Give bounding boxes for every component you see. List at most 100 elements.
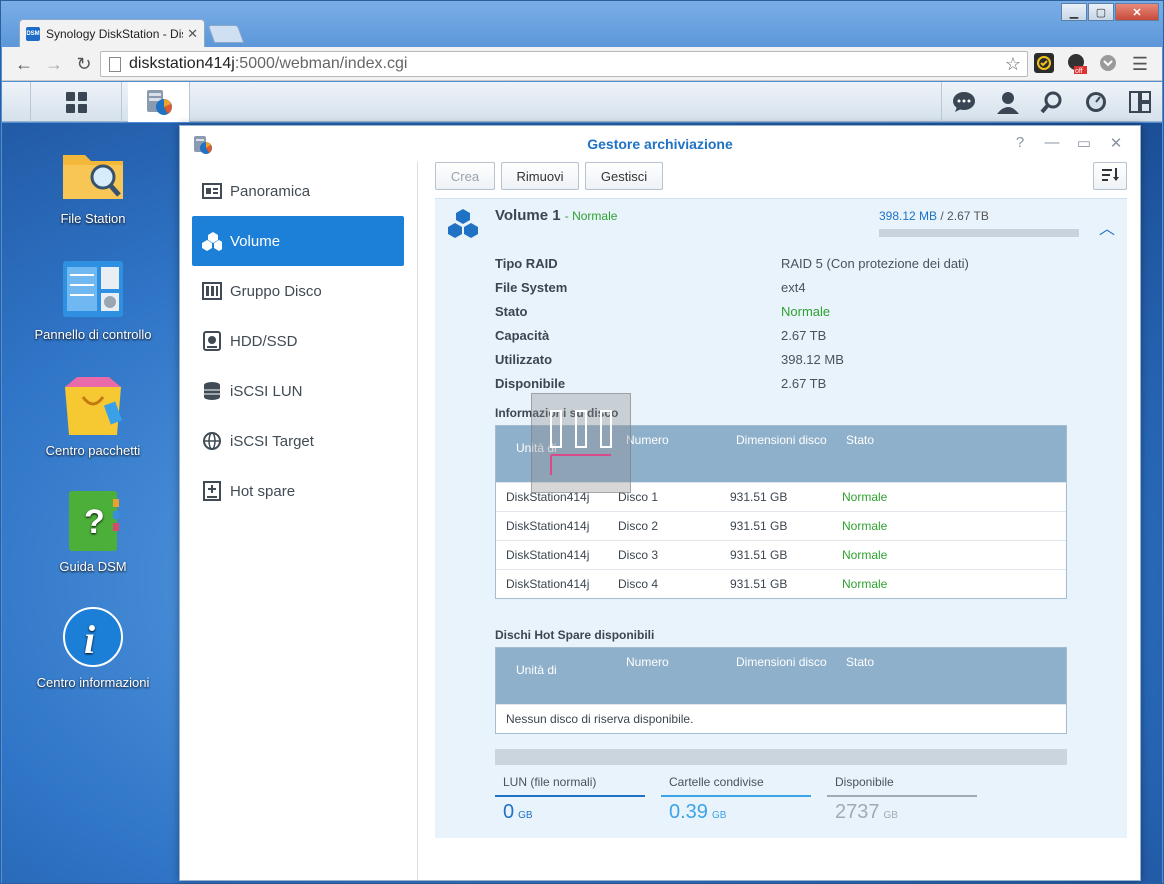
disk-group-icon	[202, 282, 222, 300]
browser-toolbar: ← → ↻ diskstation414j:5000/webman/index.…	[2, 47, 1162, 81]
sidebar-item-overview[interactable]: Panoramica	[192, 166, 404, 216]
app-minimize-icon[interactable]: —	[1036, 134, 1068, 152]
sidebar-item-iscsi-lun[interactable]: iSCSI LUN	[192, 366, 404, 416]
legend-line	[661, 795, 811, 797]
property-value: 2.67 TB	[781, 375, 827, 391]
desktop-icon-package-center[interactable]: Centro pacchetti	[8, 373, 178, 458]
table-row[interactable]: DiskStation414j Disco 3 931.51 GB Normale	[496, 540, 1066, 569]
column-header-status[interactable]: Stato	[846, 648, 874, 676]
property-value: RAID 5 (Con protezione dei dati)	[781, 255, 969, 271]
globe-icon	[202, 432, 222, 450]
column-header-size[interactable]: Dimensioni disco	[736, 648, 827, 676]
extension-check-icon[interactable]	[1034, 53, 1054, 73]
volume-cubes-icon	[202, 232, 222, 251]
sidebar-item-label: iSCSI LUN	[230, 382, 303, 400]
help-icon[interactable]: ?	[1004, 134, 1036, 152]
main-menu-button[interactable]	[30, 82, 122, 122]
user-icon[interactable]	[986, 82, 1030, 122]
empty-row: Nessun disco di riserva disponibile.	[496, 704, 1066, 733]
sidebar-item-volume[interactable]: Volume	[192, 216, 404, 266]
overview-icon	[202, 182, 222, 200]
column-header-size[interactable]: Dimensioni disco	[736, 426, 827, 454]
cell-size: 931.51 GB	[730, 519, 788, 533]
dsm-favicon-icon: DSM	[26, 26, 40, 41]
remove-button[interactable]: Rimuovi	[501, 162, 579, 190]
property-key: Disponibile	[495, 375, 566, 391]
browser-tab[interactable]: DSM Synology DiskStation - Dis ✕	[19, 19, 205, 47]
column-header-number[interactable]: Numero	[626, 648, 669, 676]
desktop-icon-control-panel[interactable]: Pannello di controllo	[8, 257, 178, 342]
chat-icon[interactable]	[942, 82, 986, 122]
browser-window: DSM Synology DiskStation - Dis ✕ ▁ ▢ ✕ ←…	[0, 0, 1164, 884]
property-row: Tipo RAID RAID 5 (Con protezione dei dati…	[495, 251, 1095, 275]
cell-size: 931.51 GB	[730, 548, 788, 562]
column-header-number[interactable]: Numero	[626, 426, 669, 454]
sidebar-item-disk-group[interactable]: Gruppo Disco	[192, 266, 404, 316]
desktop-icon-file-station[interactable]: File Station	[8, 141, 178, 226]
sidebar-item-label: Hot spare	[230, 482, 296, 500]
property-key: Utilizzato	[495, 351, 553, 367]
reload-icon[interactable]: ↻	[74, 54, 94, 75]
desktop-icon-label: Guida DSM	[59, 559, 127, 574]
resource-monitor-icon[interactable]	[1074, 82, 1118, 122]
table-row[interactable]: DiskStation414j Disco 4 931.51 GB Normale	[496, 569, 1066, 598]
app-close-icon[interactable]: ✕	[1100, 134, 1132, 152]
property-row: Capacità 2.67 TB	[495, 323, 1095, 347]
storage-manager-window: Gestore archiviazione ? — ▭ ✕ Panoramica…	[179, 125, 1141, 881]
desktop-icon-dsm-help[interactable]: ? Guida DSM	[8, 489, 178, 574]
widgets-icon[interactable]	[1118, 82, 1162, 122]
legend-label: LUN (file normali)	[503, 775, 597, 789]
property-key: File System	[495, 279, 568, 295]
cell-unit: DiskStation414j	[506, 548, 590, 562]
sidebar-item-hot-spare[interactable]: Hot spare	[192, 466, 404, 516]
manage-button[interactable]: Gestisci	[585, 162, 663, 190]
address-bar[interactable]: diskstation414j:5000/webman/index.cgi ☆	[100, 51, 1028, 77]
maximize-button[interactable]: ▢	[1088, 3, 1114, 21]
property-key: Tipo RAID	[495, 255, 558, 271]
cell-size: 931.51 GB	[730, 490, 788, 504]
new-tab-button[interactable]	[207, 25, 245, 43]
extension-off-icon[interactable]: off	[1066, 53, 1087, 75]
app-maximize-icon[interactable]: ▭	[1068, 134, 1100, 152]
info-icon: i	[61, 605, 125, 669]
create-button[interactable]: Crea	[435, 162, 495, 190]
forward-icon[interactable]: →	[44, 54, 64, 75]
desktop-icon-label: Pannello di controllo	[34, 327, 152, 342]
menu-icon[interactable]: ☰	[1130, 54, 1150, 75]
tab-close-icon[interactable]: ✕	[187, 26, 198, 42]
svg-text:off: off	[1075, 68, 1083, 75]
back-icon[interactable]: ←	[14, 54, 34, 75]
sidebar-item-label: iSCSI Target	[230, 432, 314, 450]
desktop-icon-info-center[interactable]: i Centro informazioni	[8, 605, 178, 690]
column-header-status[interactable]: Stato	[846, 426, 874, 454]
cell-unit: DiskStation414j	[506, 519, 590, 533]
tab-title: Synology DiskStation - Dis	[46, 26, 184, 41]
volume-used: 398.12 MB	[879, 209, 938, 223]
sort-icon	[1101, 167, 1119, 186]
bookmark-star-icon[interactable]: ☆	[1005, 54, 1021, 75]
volume-usage: 398.12 MB / 2.67 TB	[879, 209, 989, 223]
desktop-icon-label: File Station	[60, 211, 126, 226]
desktop-icon-label: Centro informazioni	[36, 675, 150, 690]
legend-value: 0.39 GB	[669, 801, 727, 823]
empty-message: Nessun disco di riserva disponibile.	[506, 712, 694, 726]
storage-manager-taskbar-button[interactable]	[128, 82, 190, 122]
volume-cubes-icon	[448, 209, 478, 238]
search-icon[interactable]	[1030, 82, 1074, 122]
hotspare-title: Dischi Hot Spare disponibili	[495, 628, 655, 642]
usage-legend-bar	[495, 749, 1067, 765]
sidebar-item-hdd-ssd[interactable]: HDD/SSD	[192, 316, 404, 366]
window-close-button[interactable]: ✕	[1115, 3, 1159, 21]
collapse-chevron-icon[interactable]: ︿	[1099, 215, 1115, 239]
cell-status: Normale	[842, 519, 888, 533]
extension-shield-icon[interactable]	[1098, 53, 1118, 73]
sort-button[interactable]	[1093, 162, 1127, 190]
minimize-button[interactable]: ▁	[1061, 3, 1087, 21]
hotspare-table: Unità di espansione Numero Dimensioni dis…	[495, 647, 1067, 734]
table-row[interactable]: DiskStation414j Disco 2 931.51 GB Normale	[496, 511, 1066, 540]
hdd-icon	[202, 331, 222, 351]
cell-unit: DiskStation414j	[506, 577, 590, 591]
property-key: Capacità	[495, 327, 550, 343]
cell-status: Normale	[842, 490, 888, 504]
sidebar-item-iscsi-target[interactable]: iSCSI Target	[192, 416, 404, 466]
